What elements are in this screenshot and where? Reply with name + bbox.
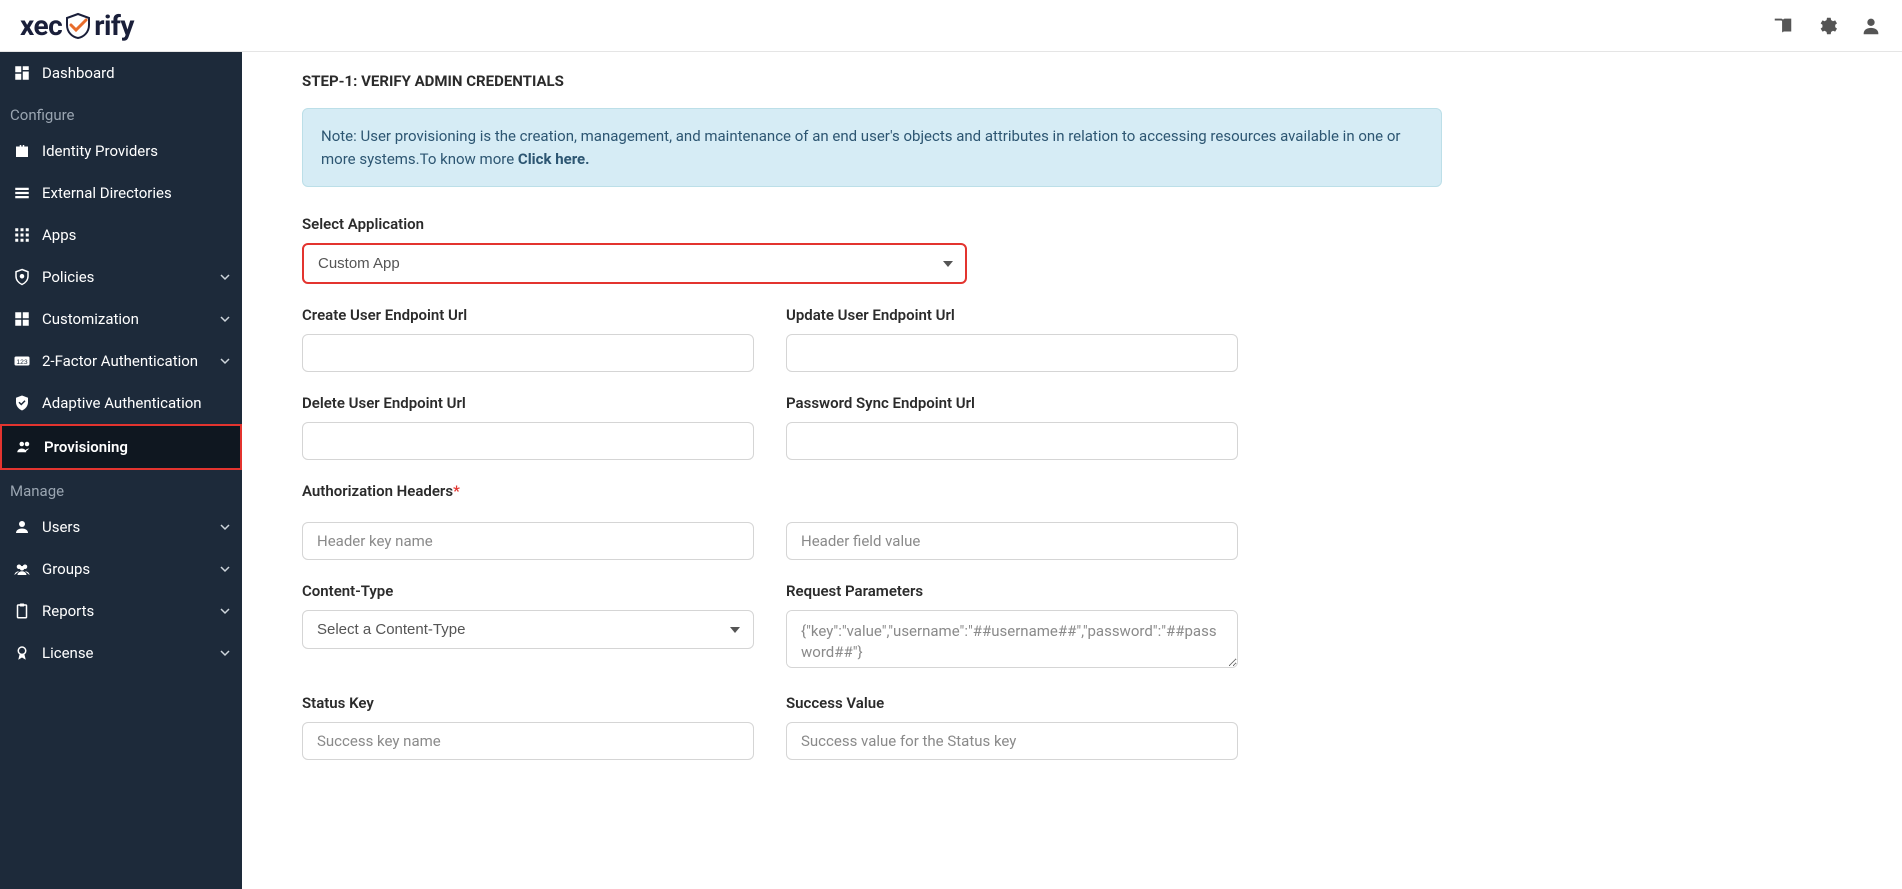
update-url-label: Update User Endpoint Url xyxy=(786,306,1238,324)
clipboard-icon xyxy=(12,602,32,620)
brand-mark-icon xyxy=(64,12,92,40)
brand-pre: xec xyxy=(20,9,62,42)
sidebar-item-label: Provisioning xyxy=(44,438,228,456)
create-url-label: Create User Endpoint Url xyxy=(302,306,754,324)
svg-text:123: 123 xyxy=(16,359,28,366)
sidebar-item-label: Policies xyxy=(42,268,210,286)
sidebar-item-apps[interactable]: Apps xyxy=(0,214,242,256)
sidebar-item-users[interactable]: Users xyxy=(0,506,242,548)
sidebar-item-label: Dashboard xyxy=(42,64,230,82)
brand-logo: xec rify xyxy=(20,9,134,42)
info-note-link[interactable]: Click here. xyxy=(518,150,590,168)
sidebar-item-label: Customization xyxy=(42,310,210,328)
sidebar-item-groups[interactable]: Groups xyxy=(0,548,242,590)
auth-headers-label: Authorization Headers* xyxy=(302,482,1442,500)
user-icon[interactable] xyxy=(1860,15,1882,37)
content-type-dropdown[interactable]: Select a Content-Type xyxy=(302,610,754,649)
chevron-down-icon xyxy=(220,314,230,324)
list-icon xyxy=(12,184,32,202)
chevron-down-icon xyxy=(220,272,230,282)
sidebar-item-policies[interactable]: Policies xyxy=(0,256,242,298)
sidebar-item-label: 2-Factor Authentication xyxy=(42,352,210,370)
status-key-input[interactable] xyxy=(302,722,754,760)
docs-icon[interactable] xyxy=(1772,15,1794,37)
group-icon xyxy=(12,560,32,578)
select-application-label: Select Application xyxy=(302,215,1442,233)
sidebar-item-label: Reports xyxy=(42,602,210,620)
sidebar-item-dashboard[interactable]: Dashboard xyxy=(0,52,242,94)
sidebar-item-label: Groups xyxy=(42,560,210,578)
success-value-input[interactable] xyxy=(786,722,1238,760)
request-params-label: Request Parameters xyxy=(786,582,1238,600)
ribbon-icon xyxy=(12,644,32,662)
step-title: STEP-1: VERIFY ADMIN CREDENTIALS xyxy=(302,72,1442,90)
select-application-dropdown[interactable]: Custom App xyxy=(302,243,967,284)
numbers-icon: 123 xyxy=(12,352,32,370)
shield-o-icon xyxy=(12,268,32,286)
sidebar-item-customization[interactable]: Customization xyxy=(0,298,242,340)
header-value-input[interactable] xyxy=(786,522,1238,560)
sidebar-item-label: External Directories xyxy=(42,184,230,202)
info-note: Note: User provisioning is the creation,… xyxy=(302,108,1442,187)
create-url-input[interactable] xyxy=(302,334,754,372)
sidebar-item-2-factor-authentication[interactable]: 123 2-Factor Authentication xyxy=(0,340,242,382)
info-note-text: Note: User provisioning is the creation,… xyxy=(321,127,1400,168)
sidebar-item-label: Apps xyxy=(42,226,230,244)
sidebar-item-provisioning[interactable]: Provisioning xyxy=(0,424,242,470)
gear-icon[interactable] xyxy=(1816,15,1838,37)
content-type-label: Content-Type xyxy=(302,582,754,600)
main-content: STEP-1: VERIFY ADMIN CREDENTIALS Note: U… xyxy=(242,52,1902,889)
chevron-down-icon xyxy=(220,564,230,574)
status-key-label: Status Key xyxy=(302,694,754,712)
password-url-label: Password Sync Endpoint Url xyxy=(786,394,1238,412)
topbar: xec rify xyxy=(0,0,1902,52)
users-sync-icon xyxy=(14,438,34,456)
sidebar-item-label: Identity Providers xyxy=(42,142,230,160)
chevron-down-icon xyxy=(220,648,230,658)
sidebar-section: Configure xyxy=(0,94,242,130)
request-params-input[interactable] xyxy=(786,610,1238,668)
sidebar-section: Manage xyxy=(0,470,242,506)
sidebar-item-label: Users xyxy=(42,518,210,536)
sidebar-item-external-directories[interactable]: External Directories xyxy=(0,172,242,214)
sidebar: Dashboard Configure Identity Providers Exte… xyxy=(0,52,242,889)
chevron-down-icon xyxy=(220,522,230,532)
brand-post: rify xyxy=(94,9,134,42)
update-url-input[interactable] xyxy=(786,334,1238,372)
delete-url-label: Delete User Endpoint Url xyxy=(302,394,754,412)
sidebar-item-identity-providers[interactable]: Identity Providers xyxy=(0,130,242,172)
chevron-down-icon xyxy=(220,606,230,616)
delete-url-input[interactable] xyxy=(302,422,754,460)
sidebar-item-adaptive-authentication[interactable]: Adaptive Authentication xyxy=(0,382,242,424)
sidebar-item-label: Adaptive Authentication xyxy=(42,394,230,412)
puzzle-icon xyxy=(12,310,32,328)
header-key-input[interactable] xyxy=(302,522,754,560)
success-value-label: Success Value xyxy=(786,694,1238,712)
chevron-down-icon xyxy=(220,356,230,366)
sidebar-item-label: License xyxy=(42,644,210,662)
briefcase-icon xyxy=(12,142,32,160)
dashboard-icon xyxy=(12,64,32,82)
topbar-actions xyxy=(1772,15,1882,37)
grid-icon xyxy=(12,226,32,244)
password-url-input[interactable] xyxy=(786,422,1238,460)
shield-check-icon xyxy=(12,394,32,412)
sidebar-item-reports[interactable]: Reports xyxy=(0,590,242,632)
sidebar-item-license[interactable]: License xyxy=(0,632,242,674)
user-icon xyxy=(12,518,32,536)
